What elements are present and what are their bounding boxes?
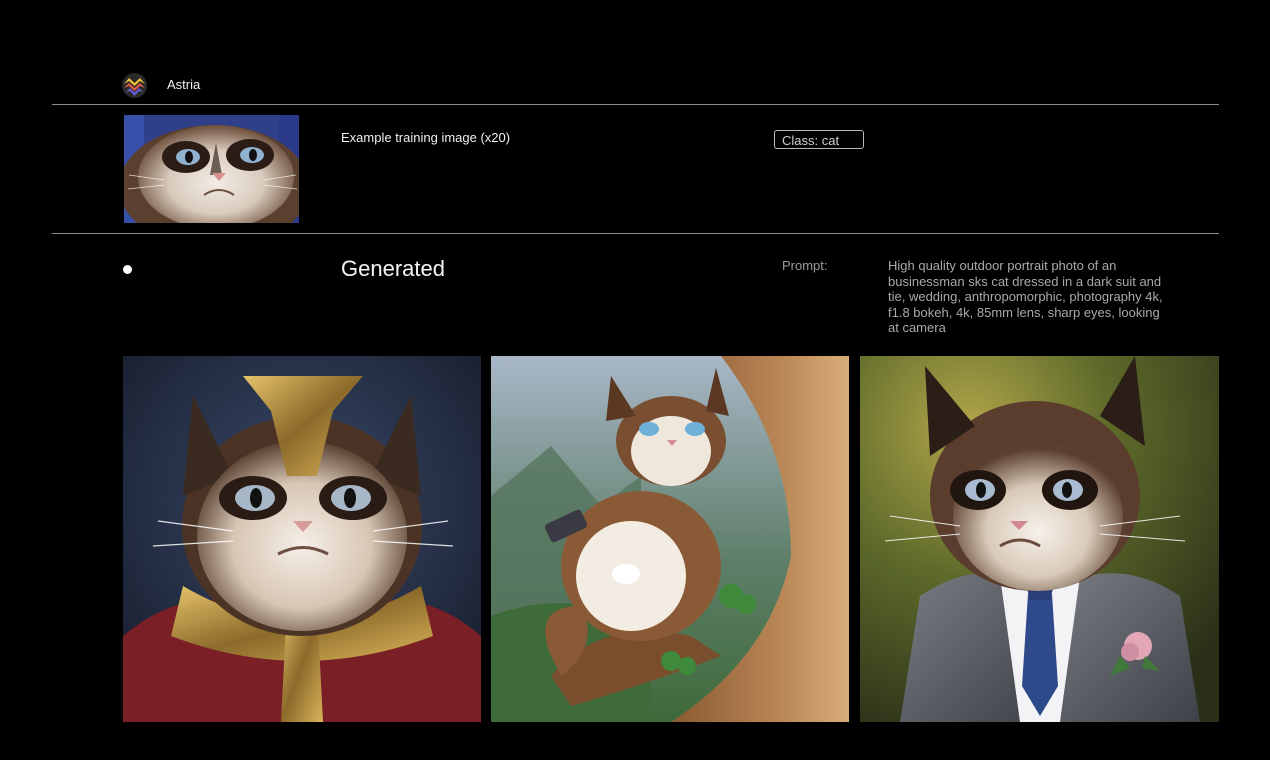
generated-heading: Generated — [341, 256, 445, 281]
prompt-label: Prompt: — [782, 258, 828, 273]
training-image-thumbnail — [124, 115, 299, 223]
section-divider — [52, 233, 1219, 234]
brand-name[interactable]: Astria — [167, 77, 200, 92]
prompt-text: High quality outdoor portrait photo of a… — [888, 258, 1163, 335]
section-bullet-icon — [123, 265, 132, 274]
astria-logo-icon[interactable] — [121, 72, 148, 99]
class-badge[interactable]: Class: cat — [774, 130, 864, 149]
training-images-label: Example training image (x20) — [341, 130, 511, 145]
header-divider — [52, 104, 1219, 105]
generated-image-armored-cat[interactable] — [123, 356, 481, 722]
generated-image-cat-on-tree[interactable] — [491, 356, 849, 722]
generated-image-cat-in-suit[interactable] — [860, 356, 1219, 722]
